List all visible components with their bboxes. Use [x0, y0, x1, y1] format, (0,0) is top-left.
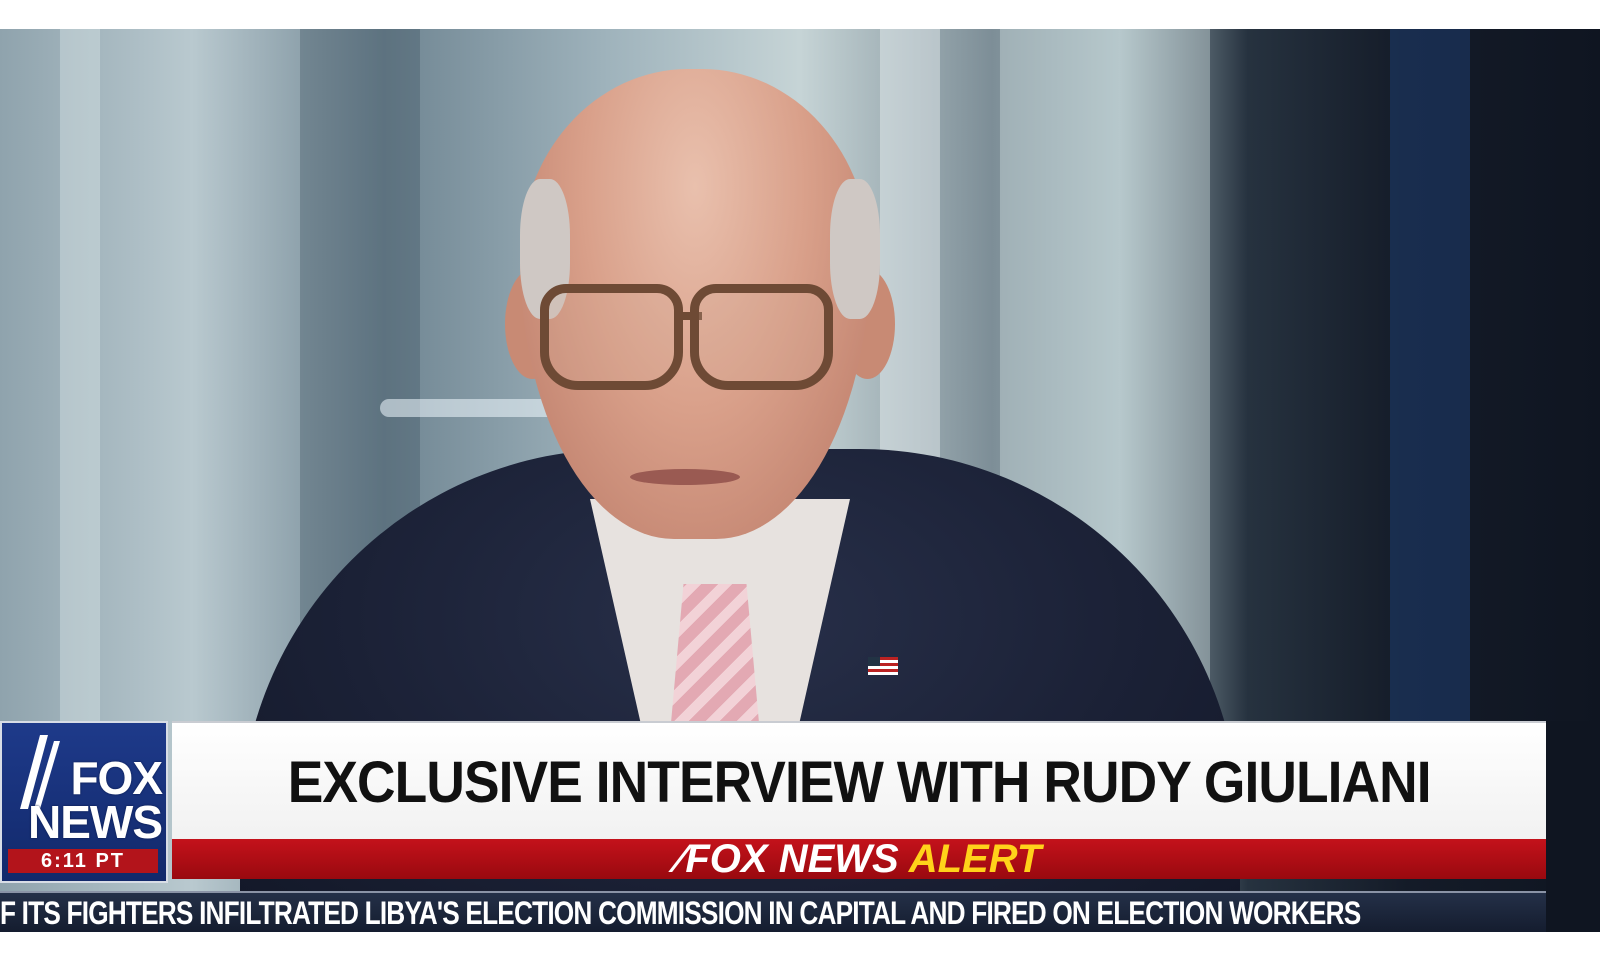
alert-label: ⁄FOX NEWS ALERT: [677, 839, 1042, 879]
news-ticker: F ITS FIGHTERS INFILTRATED LIBYA'S ELECT…: [0, 891, 1546, 932]
headline-bar: EXCLUSIVE INTERVIEW WITH RUDY GIULIANI: [172, 721, 1546, 841]
video-frame: FOX NEWS 6:11 PT EXCLUSIVE INTERVIEW WIT…: [0, 29, 1600, 932]
fox-news-slash-icon: ⁄: [676, 837, 684, 881]
glasses-lens: [540, 284, 683, 390]
flag-pin-icon: [868, 657, 898, 675]
alert-bar: ⁄FOX NEWS ALERT: [172, 839, 1546, 879]
alert-brand: FOX NEWS: [685, 837, 899, 881]
time-badge: 6:11 PT: [8, 849, 158, 873]
frame-edge: [1546, 721, 1600, 932]
fox-news-logo: FOX NEWS 6:11 PT: [0, 721, 168, 883]
headline-text: EXCLUSIVE INTERVIEW WITH RUDY GIULIANI: [287, 749, 1431, 815]
mouth: [630, 469, 740, 485]
tie: [670, 584, 760, 734]
glasses-lens: [690, 284, 833, 390]
glasses: [540, 284, 840, 390]
ticker-text: F ITS FIGHTERS INFILTRATED LIBYA'S ELECT…: [0, 895, 1361, 931]
alert-word: ALERT: [908, 837, 1042, 881]
logo-fox-text: FOX: [70, 752, 163, 804]
logo-news-text: NEWS: [28, 796, 163, 848]
